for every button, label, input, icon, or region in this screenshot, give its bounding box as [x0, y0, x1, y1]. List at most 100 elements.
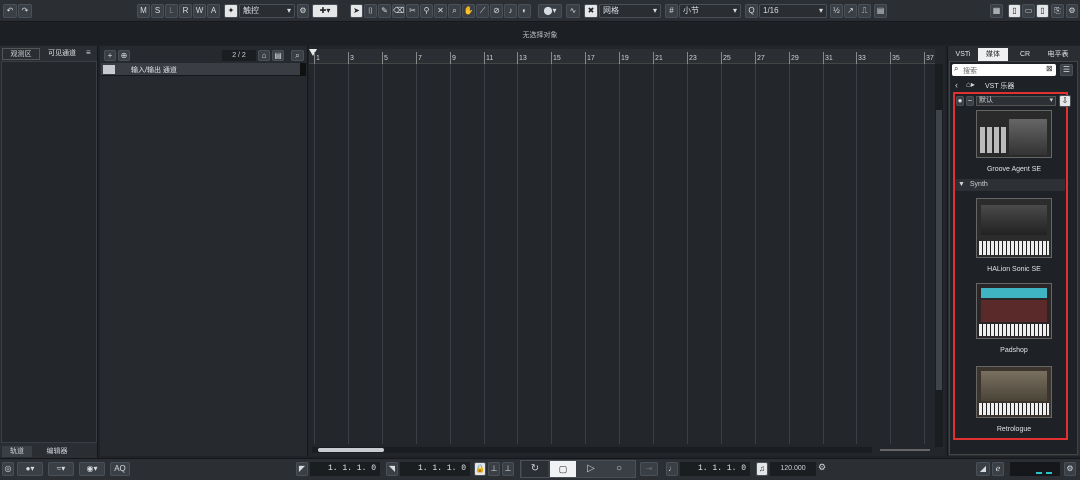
left-locator[interactable]: 1. 1. 1. 0 — [310, 462, 380, 476]
tab-editor[interactable]: 编辑器 — [34, 446, 80, 457]
punch-out-button[interactable]: ⊥ — [502, 462, 514, 476]
cross-tool[interactable]: ✕ — [434, 4, 447, 18]
favorite-button[interactable]: ● — [956, 96, 964, 106]
position-display[interactable]: 1. 1. 1. 0 — [680, 462, 750, 476]
cycle-button[interactable]: ↻ — [522, 461, 548, 477]
sync-settings-button[interactable]: ℯ — [992, 462, 1004, 476]
automation-mode-icon[interactable]: ✦ — [224, 4, 238, 18]
track-search-button[interactable]: ⌕ — [291, 50, 304, 61]
quantize-panel-button[interactable]: ⎍ — [858, 4, 871, 18]
right-zone-toggle[interactable]: ▯ — [1036, 4, 1049, 18]
padshop-thumbnail[interactable] — [976, 283, 1052, 339]
category-synth-header[interactable]: ▼ Synth — [955, 179, 1065, 191]
home-icon[interactable]: ⌂▸ — [966, 80, 975, 89]
back-icon[interactable]: ‹ — [955, 80, 958, 90]
stop-button[interactable]: ▢ — [550, 461, 576, 477]
apply-quantize-button[interactable]: ↗ — [844, 4, 857, 18]
save-preset-button[interactable]: ⇩ — [1059, 95, 1071, 107]
lower-zone-toggle[interactable]: ▭ — [1022, 4, 1035, 18]
auto-punch-button[interactable]: ◉▾ — [79, 462, 105, 476]
solo-mode-button[interactable]: S — [151, 4, 164, 18]
tab-control-room[interactable]: CR — [1012, 48, 1038, 61]
select-tool[interactable]: ➤ — [350, 4, 363, 18]
add-track-button[interactable]: + — [104, 50, 116, 61]
write-mode-button[interactable]: W — [193, 4, 206, 18]
grid-type-select[interactable]: 小节 ▾ — [679, 4, 741, 18]
snap-type-icon[interactable]: ✖ — [584, 4, 598, 18]
add-track-from-template-button[interactable]: ⊕ — [118, 50, 130, 61]
groove-agent-thumbnail[interactable] — [976, 110, 1052, 158]
redo-button[interactable]: ↷ — [18, 4, 32, 18]
right-locator[interactable]: 1. 1. 1. 0 — [400, 462, 470, 476]
quantize-mode-button[interactable]: ½ — [830, 4, 843, 18]
transport-toggle[interactable]: ⎘ — [1051, 4, 1064, 18]
vertical-scroll-thumb[interactable] — [936, 110, 942, 390]
transport-settings-button[interactable]: ⚙ — [1064, 462, 1076, 476]
zoom-slider[interactable] — [880, 449, 930, 451]
color-tool[interactable]: ◐ — [518, 4, 531, 18]
draw-tool[interactable]: ✎ — [378, 4, 391, 18]
tab-meter[interactable]: 电平表 — [1040, 48, 1076, 61]
groove-icon-button[interactable]: ✚▾ — [312, 4, 338, 18]
breadcrumb[interactable]: VST 乐器 — [985, 81, 1014, 91]
automation-mode-select[interactable]: 触控 ▾ — [239, 4, 295, 18]
tab-inspector[interactable]: 观测区 — [2, 48, 40, 60]
iterative-quantize-button[interactable]: ▤ — [874, 4, 887, 18]
automation-panel-button[interactable]: ⚙ — [297, 4, 309, 18]
tab-vsti[interactable]: VSTi — [950, 48, 976, 61]
tempo-settings-icon[interactable]: ⚙ — [818, 462, 826, 473]
left-zone-toggle[interactable]: ▯ — [1008, 4, 1021, 18]
cycle-mode-button[interactable]: ≈▾ — [48, 462, 74, 476]
sync-button[interactable]: ◎ — [2, 462, 14, 476]
metronome-button[interactable]: ♫ — [756, 462, 768, 476]
split-tool[interactable]: ✂ — [406, 4, 419, 18]
retrologue-thumbnail[interactable] — [976, 366, 1052, 418]
media-list-view-button[interactable]: ☰ — [1060, 64, 1073, 76]
aq-button[interactable]: AQ — [110, 462, 130, 476]
quantize-select[interactable]: 1/16 ▾ — [759, 4, 827, 18]
instrument-name[interactable]: Groove Agent SE — [958, 166, 1070, 173]
listen-mode-button[interactable]: L — [165, 4, 178, 18]
read-mode-button[interactable]: R — [179, 4, 192, 18]
left-zone-menu-icon[interactable]: ≡ — [86, 48, 96, 57]
line-tool[interactable]: ⟋ — [476, 4, 489, 18]
erase-tool[interactable]: ⌫ — [392, 4, 405, 18]
tuner-button[interactable]: ◢ — [976, 462, 990, 476]
tab-visibility[interactable]: 可见通道 — [42, 48, 82, 60]
record-mode-button[interactable]: ●▾ — [17, 462, 43, 476]
instrument-name[interactable]: Retrologue — [958, 426, 1070, 433]
halion-sonic-thumbnail[interactable] — [976, 198, 1052, 258]
marker-button[interactable]: ⇥ — [640, 462, 658, 476]
tempo-display[interactable]: 120.000 — [770, 462, 816, 476]
instrument-name[interactable]: Padshop — [958, 347, 1070, 354]
glue-tool[interactable]: ⚲ — [420, 4, 433, 18]
snap-toggle[interactable]: ∿ — [566, 4, 580, 18]
tab-media[interactable]: 媒体 — [978, 48, 1008, 61]
punch-in-button[interactable]: ⊥ — [488, 462, 500, 476]
horizontal-scrollbar[interactable] — [312, 447, 872, 453]
clear-search-icon[interactable]: ⊠ — [1046, 64, 1053, 73]
snap-type-select[interactable]: 网格 ▾ — [599, 4, 661, 18]
right-locator-icon[interactable]: ◥ — [386, 462, 398, 476]
tab-track[interactable]: 轨道 — [2, 446, 32, 457]
track-filter-button[interactable]: ⌂ — [258, 50, 270, 61]
preset-filter-select[interactable]: 默认 ▾ — [976, 96, 1056, 106]
remove-favorite-button[interactable]: − — [966, 96, 974, 106]
lock-icon[interactable]: 🔒 — [474, 462, 486, 476]
track-view-button[interactable]: ▤ — [272, 50, 284, 61]
settings-button[interactable]: ⚙ — [1066, 4, 1078, 18]
hand-tool[interactable]: ✋ — [462, 4, 475, 18]
automation-button[interactable]: A — [207, 4, 220, 18]
undo-button[interactable]: ↶ — [3, 4, 17, 18]
horizontal-scroll-thumb[interactable] — [318, 448, 384, 452]
zoom-tool[interactable]: ⌕ — [448, 4, 461, 18]
play-button[interactable]: ▷ — [578, 461, 604, 477]
range-tool[interactable]: ⌷ — [364, 4, 377, 18]
speaker-tool[interactable]: ♪ — [504, 4, 517, 18]
left-locator-icon[interactable]: ◤ — [296, 462, 308, 476]
color-picker[interactable]: ⬤▾ — [538, 4, 562, 18]
instrument-name[interactable]: HALion Sonic SE — [958, 266, 1070, 273]
mediabay-button[interactable]: ▦ — [990, 4, 1003, 18]
record-button[interactable]: ○ — [606, 461, 632, 477]
grid-icon[interactable]: # — [665, 4, 678, 18]
